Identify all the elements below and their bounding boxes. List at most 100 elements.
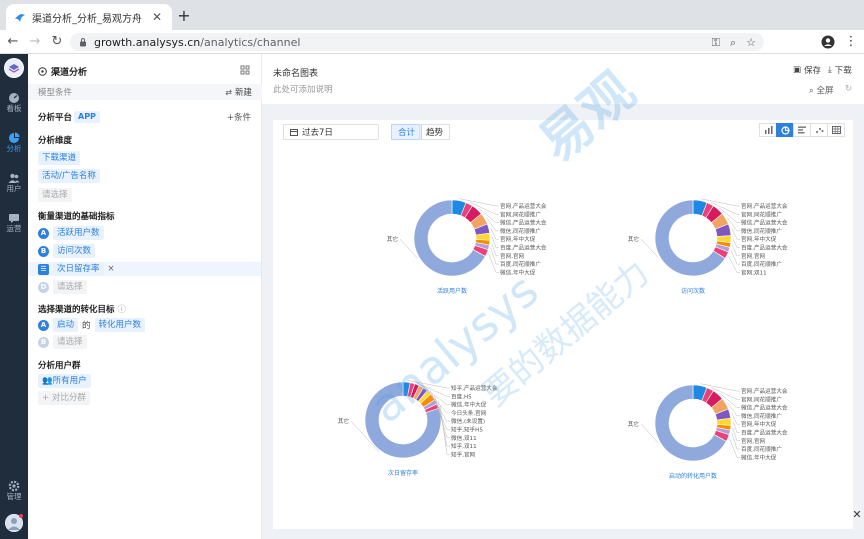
- panel-title: 渠道分析: [51, 67, 88, 78]
- nav-item-dashboard[interactable]: 看板: [0, 90, 28, 120]
- forward-arrow-icon[interactable]: →: [26, 33, 44, 51]
- metric-badge: B: [38, 245, 49, 257]
- leader-line: [729, 438, 740, 458]
- metric-row-b[interactable]: B 访问次数: [38, 244, 96, 258]
- slice-label: 官网,年中大促: [500, 235, 536, 243]
- slice-label: 微信,同花顺推广: [500, 227, 541, 235]
- nav-item-analysis[interactable]: 分析: [0, 130, 28, 160]
- metric-select[interactable]: 请选择: [53, 280, 87, 294]
- nav-label: 管理: [6, 492, 22, 501]
- conversion-row-a[interactable]: A 启动 的 转化用户数: [38, 318, 146, 332]
- analysys-favicon-icon: [14, 11, 26, 23]
- download-icon: ⤓: [828, 65, 832, 75]
- metric-row-placeholder[interactable]: D 请选择: [38, 280, 87, 294]
- slice-label: 其它: [628, 420, 640, 428]
- slice-label: 微信,双11: [451, 434, 477, 442]
- zoom-icon[interactable]: ⌕: [730, 36, 736, 50]
- fullscreen-button[interactable]: ⌕ 全屏: [809, 84, 833, 96]
- browser-tab[interactable]: 渠道分析_分析_易观方舟 ✕: [6, 4, 172, 30]
- metric-tag[interactable]: 次日留存率: [53, 262, 104, 276]
- metric-badge: D: [38, 281, 49, 293]
- gear-icon: [8, 480, 20, 492]
- download-button[interactable]: ⤓ 下载: [828, 64, 852, 76]
- slice-label: 百度,产品运营大会: [500, 244, 547, 252]
- slice-label: 微信,产品运营大会: [741, 219, 788, 227]
- slice-label: 百度,同花顺推广: [741, 445, 782, 453]
- key-icon[interactable]: ⚿: [712, 36, 720, 50]
- nav-item-users[interactable]: 用户: [0, 170, 28, 200]
- slice-label: 其它: [387, 235, 399, 243]
- save-button[interactable]: ▣ 保存: [793, 64, 821, 76]
- info-icon[interactable]: ⓘ: [117, 305, 126, 315]
- new-model-icon: ⇄: [225, 87, 232, 97]
- nav-label: 用户: [6, 184, 22, 193]
- metric-row-a[interactable]: A 活跃用户数: [38, 226, 104, 240]
- new-model-button[interactable]: 新建: [235, 86, 252, 98]
- url-host: growth.analysys.cn: [94, 35, 201, 49]
- nav-item-operations[interactable]: 运营: [0, 210, 28, 240]
- add-condition-button[interactable]: +条件: [227, 111, 251, 123]
- browser-toolbar: ← → ↻ growth.analysys.cn/analytics/chann…: [0, 30, 864, 54]
- slice-label: 微信,年中大促: [500, 268, 536, 276]
- slice-label: 知乎,产品运营大会: [451, 384, 498, 392]
- user-group-icon: 👥: [42, 376, 53, 386]
- compare-group-button[interactable]: + 对比分群: [38, 391, 90, 405]
- metric-badge-drag-icon[interactable]: ☰: [38, 263, 49, 275]
- analysis-config-panel: 渠道分析 模型条件 ⇄ 新建 分析平台 APP +条件 分析维度 下载渠道 活动…: [28, 54, 262, 539]
- platform-app-badge[interactable]: APP: [74, 111, 100, 123]
- donut-title: 活跃用户数: [437, 287, 467, 295]
- slice-label: 百度,产品运营大会: [741, 429, 788, 437]
- platform-label: 分析平台: [38, 113, 73, 123]
- dimension-select[interactable]: 请选择: [38, 188, 72, 202]
- address-bar[interactable]: growth.analysys.cn/analytics/channel ⚿ ⌕…: [70, 33, 764, 51]
- channel-analysis-icon: [38, 66, 47, 76]
- menu-kebab-icon[interactable]: ⋮: [842, 33, 860, 51]
- dimension-tag-download-channel[interactable]: 下载渠道: [38, 151, 81, 165]
- slice-label: 百度,H5: [451, 392, 472, 400]
- conversion-badge: A: [38, 319, 49, 331]
- star-icon[interactable]: ☆: [746, 36, 756, 50]
- slice-label: 知乎,知乎H5: [451, 426, 483, 434]
- close-icon[interactable]: ✕: [850, 508, 864, 521]
- metric-tag[interactable]: 访问次数: [53, 244, 96, 258]
- conversion-select[interactable]: 请选择: [53, 335, 87, 349]
- slice-label: 官网,双11: [741, 268, 767, 276]
- chart-name[interactable]: 未命名图表: [273, 66, 318, 79]
- browser-tab-bar: 渠道分析_分析_易观方舟 ✕ +: [0, 0, 864, 30]
- slice-label: 官网,产品运营大会: [500, 202, 547, 210]
- reload-icon[interactable]: ↻: [48, 33, 66, 51]
- metric-row-c[interactable]: ☰ 次日留存率 ×: [28, 262, 261, 276]
- conversion-event-tag[interactable]: 启动: [53, 318, 79, 332]
- metric-title: 衡量渠道的基础指标: [38, 212, 115, 222]
- conversion-row-placeholder[interactable]: B 请选择: [38, 335, 87, 349]
- app-logo[interactable]: [4, 58, 24, 78]
- slice-label: 官网,官网: [741, 437, 766, 445]
- slice-label: 百度,同花顺推广: [500, 260, 541, 268]
- save-icon: ▣: [793, 65, 802, 75]
- refresh-icon[interactable]: ↻: [845, 84, 852, 94]
- nav-item-admin[interactable]: 管理: [0, 478, 28, 508]
- profile-icon[interactable]: [819, 33, 837, 51]
- nav-label: 看板: [6, 104, 22, 113]
- slice-label: 官网,同花顺推广: [500, 210, 541, 218]
- dimension-tag-campaign[interactable]: 活动/广告名称: [38, 169, 100, 183]
- search-icon: ⌕: [809, 86, 814, 96]
- chart-description[interactable]: 此处可添加说明: [273, 83, 333, 95]
- tab-title: 渠道分析_分析_易观方舟: [32, 13, 142, 25]
- leader-line: [732, 239, 740, 248]
- user-group-tag[interactable]: 👥所有用户: [38, 374, 91, 388]
- user-avatar[interactable]: [5, 514, 23, 532]
- remove-metric-icon[interactable]: ×: [108, 264, 115, 274]
- message-icon: [9, 214, 19, 223]
- conversion-measure-tag[interactable]: 转化用户数: [94, 318, 146, 332]
- new-tab-button[interactable]: +: [176, 8, 192, 24]
- slice-label: 官网,同花顺推广: [741, 210, 782, 218]
- model-conditions-label: 模型条件: [38, 88, 73, 98]
- metric-tag[interactable]: 活跃用户数: [53, 226, 104, 240]
- back-arrow-icon[interactable]: ←: [4, 33, 22, 51]
- collapse-grid-icon[interactable]: [240, 65, 250, 75]
- tab-close-icon[interactable]: ✕: [150, 10, 164, 24]
- donut-title: 启动的转化用户数: [669, 472, 717, 480]
- slice-label: 微信,年中大促: [741, 453, 777, 461]
- slice-label: 微信,同花顺推广: [741, 412, 782, 420]
